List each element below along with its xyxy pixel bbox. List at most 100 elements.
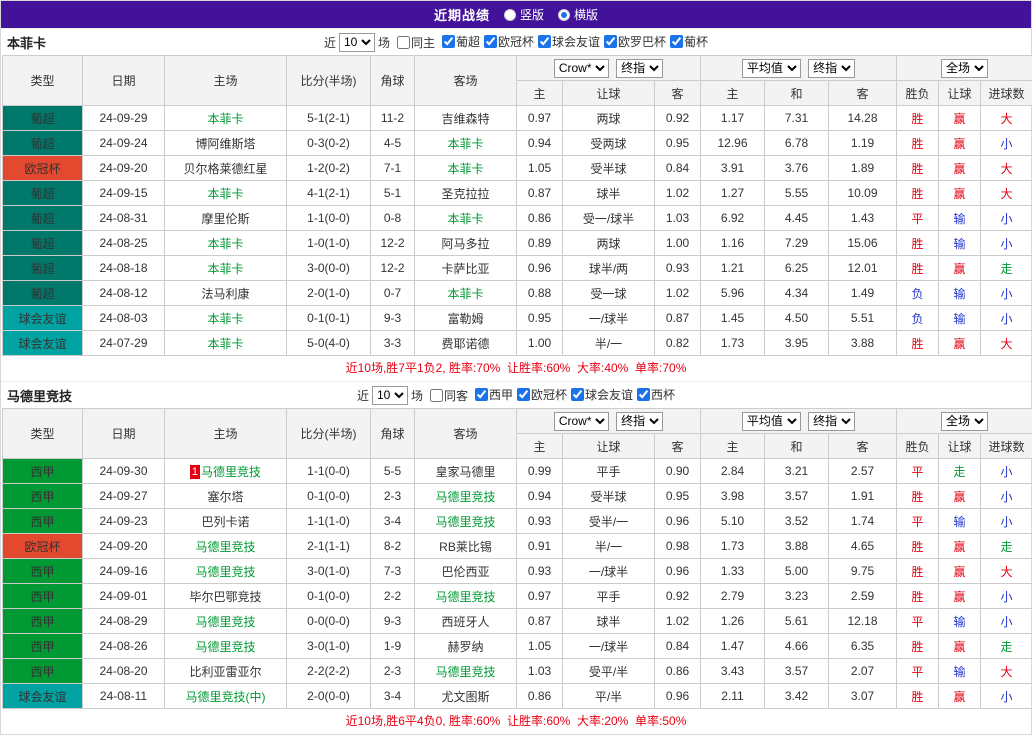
league-checkbox[interactable] xyxy=(484,35,497,48)
team-link[interactable]: 毕尔巴鄂竞技 xyxy=(189,590,261,604)
away-team[interactable]: 吉维森特 xyxy=(414,105,517,131)
team-link[interactable]: 本菲卡 xyxy=(207,337,243,351)
away-team[interactable]: 马德里竞技 xyxy=(414,658,517,684)
team-link[interactable]: 本菲卡 xyxy=(207,262,243,276)
away-team[interactable]: 本菲卡 xyxy=(414,130,517,156)
scope-select[interactable]: 全场 xyxy=(941,411,989,431)
scope-select[interactable]: 全场 xyxy=(941,58,989,78)
away-team[interactable]: 卡萨比亚 xyxy=(414,255,517,281)
home-team[interactable]: 马德里竞技(中) xyxy=(164,683,287,709)
team-link[interactable]: 马德里竞技 xyxy=(195,640,255,654)
team-link[interactable]: 法马利康 xyxy=(201,287,249,301)
team-link[interactable]: 圣克拉拉 xyxy=(441,187,489,201)
team-link[interactable]: 尤文图斯 xyxy=(441,690,489,704)
team-link[interactable]: 赫罗纳 xyxy=(447,640,483,654)
away-team[interactable]: 西班牙人 xyxy=(414,608,517,634)
home-team[interactable]: 马德里竞技 xyxy=(164,533,287,559)
team-link[interactable]: 摩里伦斯 xyxy=(201,212,249,226)
team-link[interactable]: 本菲卡 xyxy=(447,212,483,226)
team-link[interactable]: 马德里竞技 xyxy=(435,515,495,529)
team-link[interactable]: 西班牙人 xyxy=(441,615,489,629)
away-team[interactable]: 圣克拉拉 xyxy=(414,180,517,206)
league-checkbox[interactable] xyxy=(670,35,684,48)
home-team[interactable]: 本菲卡 xyxy=(164,230,287,256)
team-link[interactable]: 巴伦西亚 xyxy=(441,565,489,579)
home-team[interactable]: 巴列卡诺 xyxy=(164,508,287,534)
match-count-select[interactable]: 10 xyxy=(371,385,408,405)
average-select[interactable]: 平均值 xyxy=(741,411,801,431)
team-link[interactable]: 本菲卡 xyxy=(447,287,483,301)
league-checkbox[interactable] xyxy=(571,388,585,401)
team-link[interactable]: 塞尔塔 xyxy=(207,490,243,504)
same-venue-checkbox[interactable] xyxy=(396,35,410,49)
league-filter[interactable]: 葡杯 xyxy=(670,33,708,50)
away-team[interactable]: 皇家马德里 xyxy=(414,458,517,484)
away-team[interactable]: 阿马多拉 xyxy=(414,230,517,256)
league-filter[interactable]: 球会友谊 xyxy=(571,386,633,403)
home-team[interactable]: 毕尔巴鄂竞技 xyxy=(164,583,287,609)
home-team[interactable]: 本菲卡 xyxy=(164,180,287,206)
team-link[interactable]: 本菲卡 xyxy=(447,137,483,151)
team-link[interactable]: 巴列卡诺 xyxy=(201,515,249,529)
league-filter[interactable]: 葡超 xyxy=(441,33,480,50)
same-venue-filter[interactable]: 同客 xyxy=(429,387,468,404)
same-venue-checkbox[interactable] xyxy=(429,388,443,402)
home-team[interactable]: 本菲卡 xyxy=(164,105,287,131)
away-team[interactable]: RB莱比锡 xyxy=(414,533,517,559)
away-team[interactable]: 巴伦西亚 xyxy=(414,558,517,584)
average-select[interactable]: 平均值 xyxy=(741,58,801,78)
team-link[interactable]: 本菲卡 xyxy=(207,112,243,126)
odds-source-select[interactable]: Crow* xyxy=(553,58,609,78)
match-count-select[interactable]: 10 xyxy=(338,32,375,52)
league-filter[interactable]: 欧罗巴杯 xyxy=(604,33,666,50)
league-filter[interactable]: 球会友谊 xyxy=(538,33,600,50)
league-filter[interactable]: 西甲 xyxy=(474,386,513,403)
home-team[interactable]: 马德里竞技 xyxy=(164,558,287,584)
home-team[interactable]: 贝尔格莱德红星 xyxy=(164,155,287,181)
home-team[interactable]: 法马利康 xyxy=(164,280,287,306)
home-team[interactable]: 马德里竞技 xyxy=(164,608,287,634)
league-filter[interactable]: 西杯 xyxy=(637,386,675,403)
league-checkbox[interactable] xyxy=(441,35,455,48)
home-team[interactable]: 摩里伦斯 xyxy=(164,205,287,231)
team-link[interactable]: 皇家马德里 xyxy=(435,465,495,479)
home-team[interactable]: 比利亚雷亚尔 xyxy=(164,658,287,684)
team-link[interactable]: 本菲卡 xyxy=(447,162,483,176)
team-link[interactable]: 马德里竞技(中) xyxy=(186,690,266,704)
league-checkbox[interactable] xyxy=(604,35,618,48)
league-checkbox[interactable] xyxy=(538,35,552,48)
home-team[interactable]: 本菲卡 xyxy=(164,330,287,356)
odds-time-select[interactable]: 终指 xyxy=(616,411,664,431)
away-team[interactable]: 马德里竞技 xyxy=(414,508,517,534)
odds-time-select[interactable]: 终指 xyxy=(616,58,664,78)
league-filter[interactable]: 欧冠杯 xyxy=(517,386,567,403)
team-link[interactable]: 本菲卡 xyxy=(207,312,243,326)
away-team[interactable]: 马德里竞技 xyxy=(414,483,517,509)
away-team[interactable]: 赫罗纳 xyxy=(414,633,517,659)
team-link[interactable]: 阿马多拉 xyxy=(441,237,489,251)
team-link[interactable]: 马德里竞技 xyxy=(201,465,261,479)
team-link[interactable]: 比利亚雷亚尔 xyxy=(189,665,261,679)
home-team[interactable]: 1 马德里竞技 xyxy=(164,458,287,484)
home-team[interactable]: 马德里竞技 xyxy=(164,633,287,659)
horizontal-layout-radio[interactable]: 横版 xyxy=(558,6,598,23)
team-link[interactable]: RB莱比锡 xyxy=(439,540,492,554)
team-link[interactable]: 富勒姆 xyxy=(447,312,483,326)
team-link[interactable]: 吉维森特 xyxy=(441,112,489,126)
away-team[interactable]: 本菲卡 xyxy=(414,155,517,181)
home-team[interactable]: 本菲卡 xyxy=(164,255,287,281)
away-team[interactable]: 马德里竞技 xyxy=(414,583,517,609)
home-team[interactable]: 本菲卡 xyxy=(164,305,287,331)
team-link[interactable]: 费耶诺德 xyxy=(441,337,489,351)
same-venue-filter[interactable]: 同主 xyxy=(396,34,435,51)
team-link[interactable]: 马德里竞技 xyxy=(435,590,495,604)
odds-source-select[interactable]: Crow* xyxy=(553,411,609,431)
home-team[interactable]: 塞尔塔 xyxy=(164,483,287,509)
team-link[interactable]: 卡萨比亚 xyxy=(441,262,489,276)
vertical-layout-radio[interactable]: 竖版 xyxy=(503,6,544,23)
home-team[interactable]: 博阿维斯塔 xyxy=(164,130,287,156)
league-checkbox[interactable] xyxy=(474,388,488,401)
away-team[interactable]: 本菲卡 xyxy=(414,205,517,231)
team-link[interactable]: 马德里竞技 xyxy=(195,615,255,629)
league-filter[interactable]: 欧冠杯 xyxy=(484,33,534,50)
